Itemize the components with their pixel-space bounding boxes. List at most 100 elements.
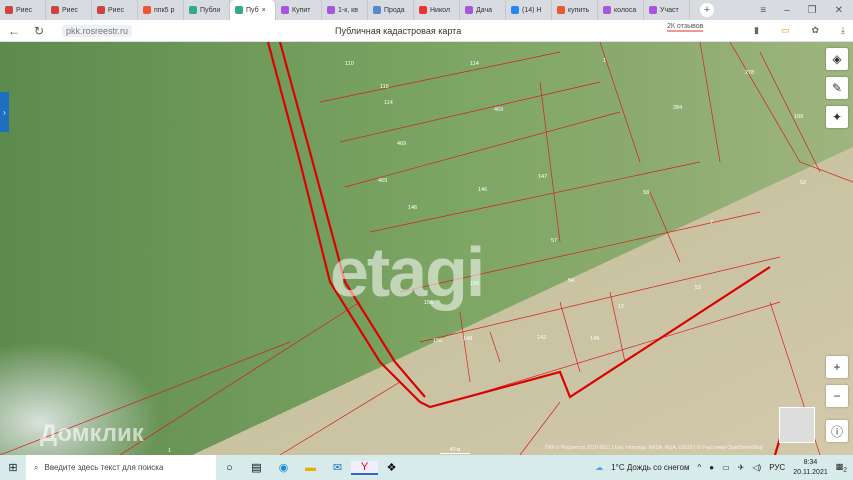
parcel-number[interactable]: 58 [643,190,649,196]
language-indicator[interactable]: РУС [769,463,785,472]
basemap-switcher[interactable] [779,407,815,443]
maximize-icon[interactable]: ❐ [808,5,817,16]
parcel-number[interactable]: 148 [463,336,472,342]
dropbox-icon[interactable]: ❖ [378,461,405,474]
tab-label: Публи [200,6,221,14]
tab-favicon-icon [327,6,335,14]
parcel-number[interactable]: 469 [494,107,503,113]
parcel-number[interactable]: 146 [408,205,417,211]
yandex-browser-icon[interactable]: Y [351,460,378,475]
parcel-number[interactable]: 142 [537,335,546,341]
parcel-number[interactable]: 147 [538,174,547,180]
parcel-number[interactable]: 114 [384,100,393,106]
search-placeholder: Введите здесь текст для поиска [44,463,164,472]
windows-start-icon[interactable]: ⊞ [0,461,26,474]
browser-tab[interactable]: Никол [414,0,460,20]
etagi-watermark: etagi [330,233,485,311]
parcel-number[interactable]: 469 [397,141,406,147]
mail-icon[interactable]: ✉ [324,461,351,474]
battery-icon[interactable]: ▭ [781,25,790,36]
map-attribution: ПКК © Росреестр 2010-2021 | Esri, Interm… [545,445,763,451]
zoom-out-button[interactable]: − [826,385,848,407]
parcel-number[interactable]: 115 [380,84,389,90]
extensions-icon[interactable]: ✿ [811,25,819,36]
tab-favicon-icon [51,6,59,14]
parcel-number[interactable]: 52 [800,180,806,186]
download-icon[interactable]: ⤓ [841,25,845,36]
close-window-icon[interactable]: ✕ [835,5,843,16]
tab-label: Риес [16,6,32,14]
task-view-icon[interactable]: ▤ [243,461,270,474]
browser-tab[interactable]: Риес [0,0,46,20]
tab-bar: Риес Риес Риес ппк5 р Публи Пуб × Купит 1-к, кв П… [0,0,853,20]
edge-icon[interactable]: ◉ [270,461,297,474]
browser-tab[interactable]: Пуб × [230,0,276,20]
zoom-in-button[interactable]: + [826,356,848,378]
tray-chevron-icon[interactable]: ^ [697,463,701,472]
parcel-number[interactable]: 110 [345,61,354,67]
reviews-badge[interactable]: 2К отзывов [667,23,704,32]
sidebar-toggle[interactable]: › [0,92,9,132]
reload-icon[interactable]: ↻ [34,24,52,38]
new-tab-button[interactable]: + [700,3,714,17]
url-field[interactable]: pkk.rosreestr.ru [62,24,133,37]
tab-label: колоса [614,6,637,14]
browser-tab[interactable]: Участ [644,0,690,20]
locate-button[interactable]: ✦ [826,106,848,128]
browser-tab[interactable]: ппк5 р [138,0,184,20]
parcel-number[interactable]: 109 [794,114,803,120]
close-tab-icon[interactable]: × [262,7,266,14]
browser-tab[interactable]: Купит [276,0,322,20]
parcel-number[interactable]: 12 [618,304,624,310]
cortana-icon[interactable]: ○ [216,462,243,474]
browser-tab[interactable]: Риес [92,0,138,20]
parcel-number[interactable]: 114 [470,61,479,67]
browser-tab[interactable]: Прода [368,0,414,20]
parcel-number[interactable]: 53 [695,285,701,291]
search-icon: ⌕ [34,462,39,472]
info-button[interactable]: ⓘ [826,420,848,442]
weather-icon[interactable]: ☁ [595,463,603,472]
tab-favicon-icon [649,6,657,14]
volume-icon[interactable]: ◁) [752,463,761,472]
tab-favicon-icon [281,6,289,14]
parcel-number[interactable]: 469 [378,178,387,184]
map-canvas[interactable]: 110 114 115 114 469 469 469 1 284 278 109 52 146 147 1… [0,42,853,455]
parcel-number[interactable]: 149 [590,336,599,342]
network-icon[interactable]: ✈ [738,463,745,472]
browser-tab[interactable]: Риес [46,0,92,20]
parcel-number[interactable]: 1 [603,58,606,64]
file-explorer-icon[interactable]: ▬ [297,462,324,474]
parcel-number[interactable]: 57 [551,238,557,244]
menu-icon[interactable]: ≡ [760,5,766,16]
clock[interactable]: 8:34 20.11.2021 [793,458,828,478]
tab-favicon-icon [511,6,519,14]
tab-label: купить [568,6,590,14]
browser-tab[interactable]: (14) Н [506,0,552,20]
parcel-number[interactable]: 156 [433,338,442,344]
layers-button[interactable]: ◈ [826,48,848,70]
mic-icon[interactable]: ● [709,463,714,472]
parcel-number[interactable]: 284 [673,105,682,111]
minimize-icon[interactable]: – [784,5,790,16]
parcel-number[interactable]: 7 [710,220,713,226]
parcel-number[interactable]: 278 [745,70,754,76]
back-icon[interactable]: ← [8,24,26,38]
tab-favicon-icon [373,6,381,14]
domclick-watermark: Домклик [40,420,144,447]
browser-tab[interactable]: колоса [598,0,644,20]
parcel-number[interactable]: 54 [568,278,574,284]
notifications-icon[interactable]: ▩2 [836,462,847,474]
parcel-number[interactable]: 1 [168,448,171,454]
tab-label: Никол [430,6,450,14]
battery-icon[interactable]: ▭ [722,463,730,472]
parcel-number[interactable]: 146 [478,187,487,193]
bookmark-icon[interactable]: ▮ [754,25,759,36]
weather-text[interactable]: 1°C Дождь со снегом [611,463,689,472]
browser-tab[interactable]: Дача [460,0,506,20]
browser-tab[interactable]: Публи [184,0,230,20]
browser-tab[interactable]: купить [552,0,598,20]
measure-button[interactable]: ✎ [826,77,848,99]
browser-tab[interactable]: 1-к, кв [322,0,368,20]
taskbar-search[interactable]: ⌕ Введите здесь текст для поиска [26,455,216,480]
